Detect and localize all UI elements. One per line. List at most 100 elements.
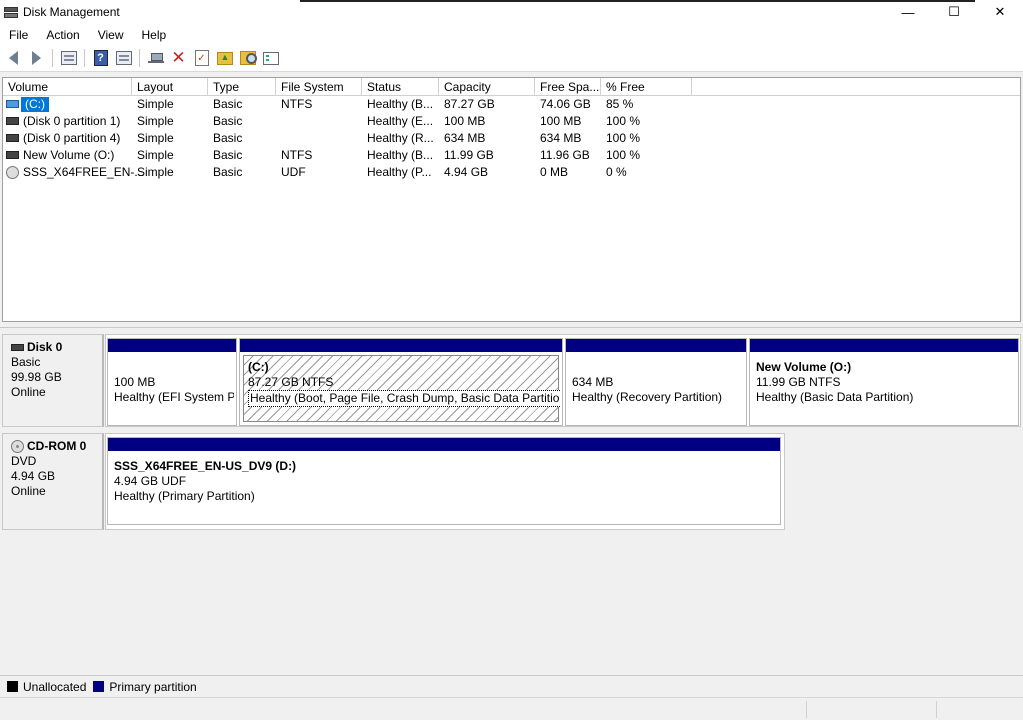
free-cell: 11.96 GB [540, 148, 590, 162]
table-row[interactable]: New Volume (O:) Simple Basic NTFS Health… [3, 147, 1020, 164]
minimize-button[interactable]: — [885, 0, 931, 24]
partition-recovery[interactable]: 634 MB Healthy (Recovery Partition) [565, 338, 747, 426]
capacity-cell: 11.99 GB [444, 148, 494, 162]
volume-list[interactable]: Volume Layout Type File System Status Ca… [2, 77, 1021, 322]
table-row[interactable]: (C:) Simple Basic NTFS Healthy (B... 87.… [3, 96, 1020, 113]
menu-view[interactable]: View [89, 25, 133, 45]
disk-size: 99.98 GB [11, 370, 62, 384]
delete-icon[interactable]: ✕ [169, 49, 188, 68]
close-button[interactable]: ✕ [977, 0, 1023, 24]
disk-kind: DVD [11, 454, 37, 468]
partition-name: SSS_X64FREE_EN-US_DV9 (D:) [114, 459, 297, 473]
partition-status: Healthy (Basic Data Partition) [756, 390, 914, 404]
help-icon[interactable]: ? [91, 49, 110, 68]
percent-cell: 100 % [606, 148, 641, 162]
windows-volume-icon [6, 100, 19, 108]
legend: Unallocated Primary partition [0, 675, 1023, 697]
column-layout[interactable]: Layout [132, 78, 208, 96]
status-cell: Healthy (P... [367, 165, 432, 179]
percent-cell: 100 % [606, 131, 641, 145]
legend-primary-partition: Primary partition [109, 679, 197, 694]
column-capacity[interactable]: Capacity [439, 78, 535, 96]
disk-0-label[interactable]: Disk 0 Basic 99.98 GB Online [2, 334, 104, 427]
partition-name: New Volume (O:) [756, 360, 852, 374]
volume-name: SSS_X64FREE_EN-... [23, 165, 145, 179]
type-cell: Basic [213, 148, 243, 162]
primary-partition-bar [240, 339, 562, 352]
column-status[interactable]: Status [362, 78, 439, 96]
settings-list-icon[interactable] [261, 49, 280, 68]
partition-status: Healthy (Primary Partition) [114, 489, 255, 503]
layout-cell: Simple [137, 114, 174, 128]
partition-size: 4.94 GB UDF [114, 474, 187, 488]
free-cell: 634 MB [540, 131, 582, 145]
volume-name: (C:) [21, 97, 49, 112]
column-free-space[interactable]: Free Spa... [535, 78, 601, 96]
menu-file[interactable]: File [0, 25, 37, 45]
percent-cell: 0 % [606, 165, 627, 179]
column-file-system[interactable]: File System [276, 78, 362, 96]
unallocated-swatch [7, 681, 18, 692]
menu-action[interactable]: Action [37, 25, 88, 45]
table-row[interactable]: (Disk 0 partition 4) Simple Basic Health… [3, 130, 1020, 147]
layout-cell: Simple [137, 165, 174, 179]
partition-size: 87.27 GB NTFS [248, 375, 334, 389]
check-icon[interactable]: ✓ [192, 49, 211, 68]
type-cell: Basic [213, 97, 243, 111]
status-cell: Healthy (B... [367, 148, 434, 162]
cdrom-0-label[interactable]: CD-ROM 0 DVD 4.94 GB Online [2, 433, 104, 530]
primary-partition-bar [750, 339, 1018, 352]
console-tree-icon[interactable] [114, 49, 133, 68]
back-arrow-icon[interactable] [4, 49, 23, 68]
partition-c[interactable]: (C:) 87.27 GB NTFS Healthy (Boot, Page F… [239, 338, 563, 426]
capacity-cell: 634 MB [444, 131, 486, 145]
menu-help[interactable]: Help [133, 25, 176, 45]
column-type[interactable]: Type [208, 78, 276, 96]
partition-size: 100 MB [114, 375, 156, 389]
partition-status: Healthy (Recovery Partition) [572, 390, 723, 404]
disk-size: 4.94 GB [11, 469, 56, 483]
toolbar-separator [52, 49, 53, 67]
partition-d[interactable]: SSS_X64FREE_EN-US_DV9 (D:) 4.94 GB UDF H… [107, 437, 781, 525]
type-cell: Basic [213, 131, 243, 145]
partition-size: 634 MB [572, 375, 614, 389]
connect-drive-icon[interactable] [146, 49, 165, 68]
fs-cell: UDF [281, 165, 306, 179]
disk-state: Online [11, 385, 46, 399]
partition-efi[interactable]: 100 MB Healthy (EFI System Partition) [107, 338, 237, 426]
column-volume[interactable]: Volume [3, 78, 132, 96]
fs-cell: NTFS [281, 148, 313, 162]
free-cell: 100 MB [540, 114, 582, 128]
cdrom-icon [11, 440, 24, 453]
title-bar-accent [300, 0, 975, 2]
table-row[interactable]: (Disk 0 partition 1) Simple Basic Health… [3, 113, 1020, 130]
capacity-cell: 4.94 GB [444, 165, 489, 179]
percent-cell: 85 % [606, 97, 634, 111]
table-row[interactable]: SSS_X64FREE_EN-... Simple Basic UDF Heal… [3, 164, 1020, 181]
layout-cell: Simple [137, 131, 174, 145]
partition-status: Healthy (EFI System Partition) [114, 390, 234, 404]
status-bar [0, 697, 1023, 720]
partition-new-volume-o[interactable]: New Volume (O:) 11.99 GB NTFS Healthy (B… [749, 338, 1019, 426]
title-bar: Disk Management — ☐ ✕ [0, 0, 1023, 24]
properties-icon[interactable] [59, 49, 78, 68]
layout-cell: Simple [137, 148, 174, 162]
partition-name: (C:) [248, 360, 269, 374]
primary-partition-bar [566, 339, 746, 352]
disk-icon [11, 344, 24, 351]
maximize-button[interactable]: ☐ [931, 0, 977, 24]
column-percent-free[interactable]: % Free [601, 78, 692, 96]
toolbar-separator [139, 49, 140, 67]
disk-name: Disk 0 [27, 340, 63, 354]
partition-size: 11.99 GB NTFS [756, 375, 841, 389]
disk-state: Online [11, 484, 46, 498]
fs-cell [276, 130, 281, 147]
forward-arrow-icon[interactable] [27, 49, 46, 68]
capacity-cell: 87.27 GB [444, 97, 495, 111]
disk-graphical-view: Disk 0 Basic 99.98 GB Online 100 MB Heal… [0, 328, 1023, 675]
capacity-cell: 100 MB [444, 114, 486, 128]
primary-partition-bar [108, 438, 780, 451]
folder-up-icon[interactable] [215, 49, 234, 68]
toolbar: ? ✕ ✓ [0, 45, 1023, 72]
explore-icon[interactable] [238, 49, 257, 68]
